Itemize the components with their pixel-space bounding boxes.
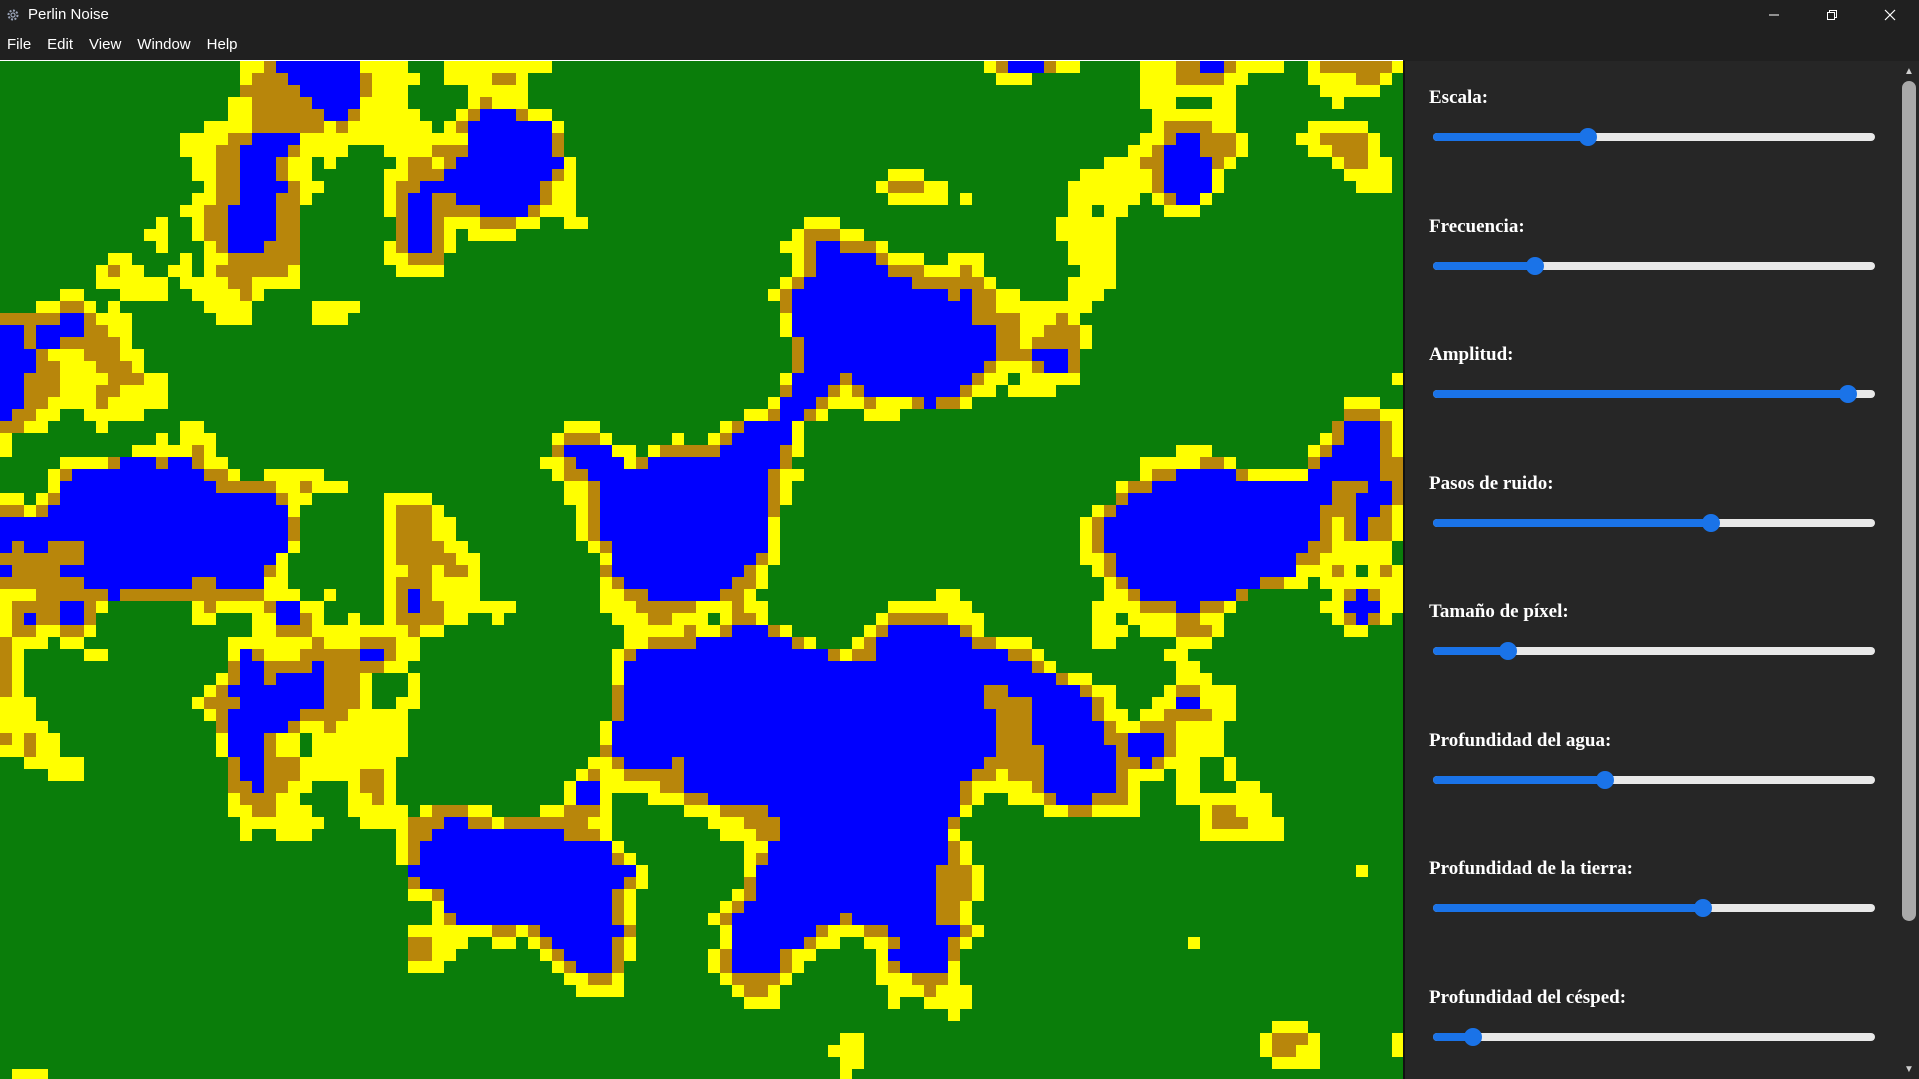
- title-bar: Perlin Noise: [0, 0, 1919, 29]
- menu-file[interactable]: File: [0, 29, 39, 61]
- scroll-up-icon[interactable]: ▲: [1899, 63, 1919, 79]
- window-title: Perlin Noise: [28, 6, 109, 23]
- slider-thumb[interactable]: [1702, 514, 1721, 532]
- gear-icon: [2, 4, 24, 26]
- control-pasos-de-ruido: Pasos de ruido:: [1429, 473, 1875, 532]
- slider-thumb[interactable]: [1499, 642, 1518, 660]
- slider-thumb[interactable]: [1839, 385, 1858, 403]
- control-profundidad-de-la-tierra: Profundidad de la tierra:: [1429, 858, 1875, 917]
- control-label: Tamaño de píxel:: [1429, 601, 1569, 622]
- control-amplitud: Amplitud:: [1429, 344, 1875, 403]
- control-escala: Escala:: [1429, 87, 1875, 146]
- menu-bar: File Edit View Window Help: [0, 29, 1919, 61]
- close-button[interactable]: [1861, 0, 1919, 29]
- slider-fill: [1433, 390, 1849, 398]
- frecuencia-slider[interactable]: [1433, 257, 1875, 275]
- restore-icon: [1827, 9, 1837, 20]
- slider-fill: [1433, 262, 1535, 270]
- control-tamano-de-pixel: Tamaño de píxel:: [1429, 601, 1875, 660]
- control-profundidad-del-cesped: Profundidad del césped:: [1429, 987, 1875, 1046]
- profundidad-de-la-tierra-slider[interactable]: [1433, 899, 1875, 917]
- slider-thumb[interactable]: [1525, 257, 1544, 275]
- noise-canvas-area[interactable]: [0, 61, 1403, 1079]
- restore-button[interactable]: [1803, 0, 1861, 29]
- control-profundidad-del-agua: Profundidad del agua:: [1429, 730, 1875, 789]
- slider-fill: [1433, 647, 1509, 655]
- slider-fill: [1433, 133, 1588, 141]
- settings-panel: Escala: Frecuencia: Amplitud: Pasos de r…: [1403, 61, 1899, 1079]
- minimize-button[interactable]: [1745, 0, 1803, 29]
- menu-window[interactable]: Window: [129, 29, 198, 61]
- scroll-thumb[interactable]: [1902, 81, 1916, 921]
- control-label: Escala:: [1429, 87, 1489, 108]
- control-label: Profundidad de la tierra:: [1429, 858, 1633, 879]
- control-label: Frecuencia:: [1429, 216, 1525, 237]
- profundidad-del-agua-slider[interactable]: [1433, 771, 1875, 789]
- escala-slider[interactable]: [1433, 128, 1875, 146]
- control-label: Profundidad del agua:: [1429, 730, 1612, 751]
- profundidad-del-cesped-slider[interactable]: [1433, 1028, 1875, 1046]
- control-frecuencia: Frecuencia:: [1429, 216, 1875, 275]
- close-icon: [1884, 9, 1896, 20]
- menu-edit[interactable]: Edit: [39, 29, 81, 61]
- slider-thumb[interactable]: [1578, 128, 1597, 146]
- panel-scrollbar[interactable]: ▲ ▼: [1899, 61, 1919, 1079]
- slider-fill: [1433, 776, 1606, 784]
- slider-thumb[interactable]: [1463, 1028, 1482, 1046]
- menu-help[interactable]: Help: [199, 29, 246, 61]
- tamano-de-pixel-slider[interactable]: [1433, 642, 1875, 660]
- slider-thumb[interactable]: [1693, 899, 1712, 917]
- control-label: Pasos de ruido:: [1429, 473, 1554, 494]
- slider-thumb[interactable]: [1596, 771, 1615, 789]
- control-label: Profundidad del césped:: [1429, 987, 1627, 1008]
- menu-view[interactable]: View: [81, 29, 129, 61]
- perlin-noise-map[interactable]: [0, 61, 1403, 1079]
- amplitud-slider[interactable]: [1433, 385, 1875, 403]
- slider-fill: [1433, 904, 1703, 912]
- minimize-icon: [1769, 14, 1779, 15]
- control-label: Amplitud:: [1429, 344, 1514, 365]
- scroll-down-icon[interactable]: ▼: [1899, 1061, 1919, 1077]
- pasos-de-ruido-slider[interactable]: [1433, 514, 1875, 532]
- slider-fill: [1433, 519, 1712, 527]
